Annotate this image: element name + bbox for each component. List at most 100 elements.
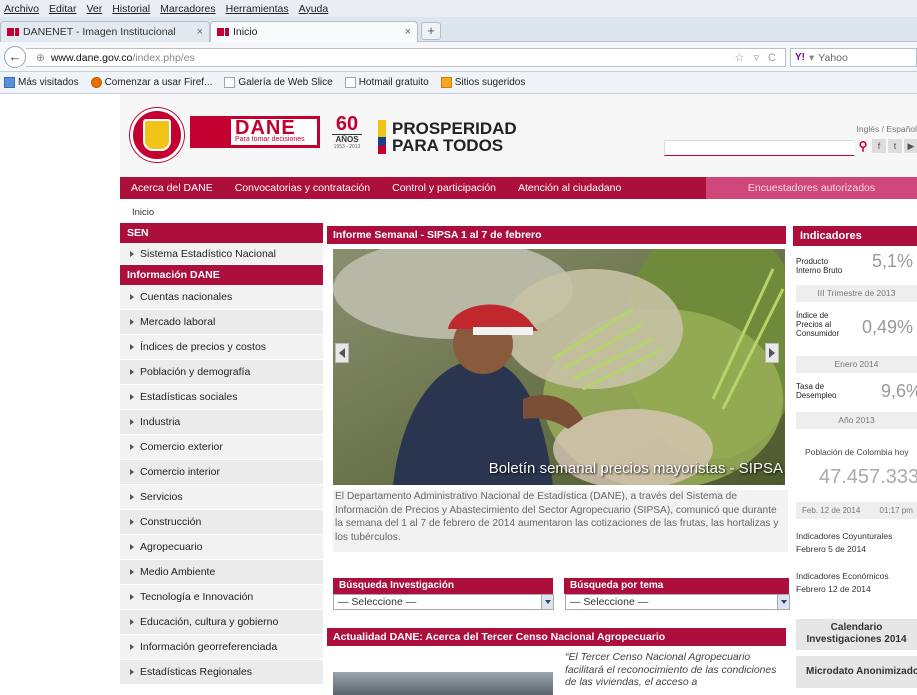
menu-herramientas[interactable]: Herramientas: [226, 3, 289, 15]
indicadores-coyunturales[interactable]: Indicadores Coyunturales Febrero 5 de 20…: [796, 530, 892, 556]
site-search-input[interactable]: [664, 140, 854, 156]
indicadores-economicos[interactable]: Indicadores Económicos Febrero 12 de 201…: [796, 570, 889, 596]
pib-label[interactable]: Producto Interno Bruto: [796, 257, 846, 275]
investigacion-select[interactable]: — Seleccione —: [333, 594, 554, 610]
bookmark-star-icon[interactable]: ☆ ▿ C: [735, 51, 779, 64]
sidebar-item-15[interactable]: Estadísticas Regionales: [120, 660, 323, 685]
sidebar-item-sen[interactable]: Sistema Estadístico Nacional: [120, 243, 323, 265]
sidebar-item-14[interactable]: Información georreferenciada: [120, 635, 323, 660]
sidebar-item-3[interactable]: Población y demografía: [120, 360, 323, 385]
triangle-right-icon: [130, 394, 134, 400]
page-icon: [224, 77, 236, 88]
firefox-icon: [90, 77, 102, 88]
sidebar-item-label: Servicios: [140, 490, 183, 503]
globe-icon: ⊕: [36, 51, 45, 64]
pib-period: III Trimestre de 2013: [796, 285, 917, 302]
poblacion-value: 47.457.333: [819, 466, 917, 488]
youtube-icon[interactable]: ▶: [904, 139, 917, 153]
nav-atencion[interactable]: Atención al ciudadano: [518, 182, 621, 194]
sidebar-item-10[interactable]: Agropecuario: [120, 535, 323, 560]
sidebar-item-2[interactable]: Índices de precios y costos: [120, 335, 323, 360]
menu-ver[interactable]: Ver: [86, 3, 102, 15]
sidebar-item-6[interactable]: Comercio exterior: [120, 435, 323, 460]
url-bar[interactable]: ⊕ www.dane.gov.co/index.php/es ☆ ▿ C: [26, 48, 786, 67]
info-dane-list: Cuentas nacionales Mercado laboral Índices…: [120, 285, 323, 685]
dane-logo-tagline: Para tomar decisiones: [235, 136, 305, 143]
nav-control[interactable]: Control y participación: [392, 182, 496, 194]
triangle-right-icon: [130, 544, 134, 550]
chevron-down-icon[interactable]: [777, 595, 789, 609]
bookmark-comenzar[interactable]: Comenzar a usar Firef...: [90, 77, 212, 88]
info-dane-heading: Información DANE: [120, 265, 323, 285]
navigation-bar: ⊕ www.dane.gov.co/index.php/es ☆ ▿ C ← Y…: [0, 42, 917, 72]
bookmark-hotmail[interactable]: Hotmail gratuito: [344, 77, 429, 88]
sidebar-item-7[interactable]: Comercio interior: [120, 460, 323, 485]
sidebar-item-label: Educación, cultura y gobierno: [140, 615, 279, 628]
twitter-icon[interactable]: t: [888, 139, 902, 153]
actualidad-heading[interactable]: Actualidad DANE: Acerca del Tercer Censo…: [327, 628, 786, 646]
bookmark-galeria[interactable]: Galería de Web Slice: [224, 77, 333, 88]
menu-ayuda[interactable]: Ayuda: [299, 3, 329, 15]
menu-archivo[interactable]: Archivo: [4, 3, 39, 15]
sidebar-item-4[interactable]: Estadísticas sociales: [120, 385, 323, 410]
triangle-right-icon: [130, 519, 134, 525]
menu-marcadores[interactable]: Marcadores: [160, 3, 215, 15]
nav-convocatorias[interactable]: Convocatorias y contratación: [235, 182, 370, 194]
poblacion-label: Población de Colombia hoy: [805, 447, 909, 457]
social-links: ⚲ f t ▶: [856, 139, 917, 153]
desempleo-period: Año 2013: [796, 412, 917, 429]
close-tab-icon[interactable]: ×: [405, 26, 411, 38]
sidebar-item-5[interactable]: Industria: [120, 410, 323, 435]
dane-favicon-icon: [7, 28, 19, 36]
facebook-icon[interactable]: f: [872, 139, 886, 153]
chevron-right-icon: [769, 348, 775, 358]
close-tab-icon[interactable]: ×: [197, 26, 203, 38]
sidebar-item-1[interactable]: Mercado laboral: [120, 310, 323, 335]
chevron-down-icon[interactable]: [541, 595, 553, 609]
sidebar-item-9[interactable]: Construcción: [120, 510, 323, 535]
menu-editar[interactable]: Editar: [49, 3, 76, 15]
desempleo-label[interactable]: Tasa de Desempleo: [796, 382, 842, 400]
tema-select[interactable]: — Seleccione —: [565, 594, 790, 610]
triangle-right-icon: [130, 619, 134, 625]
slide-prev-button[interactable]: [335, 343, 349, 363]
suggested-sites-icon: [440, 77, 452, 88]
sidebar-item-8[interactable]: Servicios: [120, 485, 323, 510]
informe-heading[interactable]: Informe Semanal - SIPSA 1 al 7 de febrer…: [327, 226, 786, 244]
census-photo[interactable]: [333, 672, 553, 695]
sidebar-item-label: Índices de precios y costos: [140, 340, 267, 353]
ipc-period: Enero 2014: [796, 356, 917, 373]
bookmark-mas-visitados[interactable]: Más visitados: [4, 77, 79, 88]
sidebar-item-0[interactable]: Cuentas nacionales: [120, 285, 323, 310]
nav-acerca[interactable]: Acerca del DANE: [131, 182, 213, 194]
slide-caption[interactable]: Boletín semanal precios mayoristas - SIP…: [489, 460, 785, 477]
url-host: www.dane.gov.co: [50, 51, 133, 64]
dane-logo[interactable]: DANE Para tomar decisiones: [190, 116, 320, 148]
menu-historial[interactable]: Historial: [112, 3, 150, 15]
search-field[interactable]: Y! ▾ Yahoo: [790, 48, 917, 67]
slide-next-button[interactable]: [765, 343, 779, 363]
nav-encuestadores[interactable]: Encuestadores autorizados: [706, 177, 917, 199]
bookmark-sitios[interactable]: Sitios sugeridos: [440, 77, 525, 88]
search-icon[interactable]: ⚲: [856, 139, 870, 153]
tab-danenet[interactable]: DANENET - Imagen Institucional ×: [0, 21, 210, 42]
url-path: /index.php/es: [132, 51, 195, 64]
calendario-button[interactable]: Calendario Investigaciones 2014: [796, 619, 917, 650]
site-header: DANE Para tomar decisiones 60 AÑOS 1953 …: [120, 94, 917, 177]
breadcrumb[interactable]: Inicio: [132, 207, 154, 218]
ipc-label[interactable]: Índice de Precios al Consumidor: [796, 311, 842, 338]
slideshow[interactable]: Boletín semanal precios mayoristas - SIP…: [333, 249, 785, 485]
new-tab-button[interactable]: +: [421, 22, 441, 40]
flag-stripe-icon: [378, 120, 386, 154]
sen-heading: SEN: [120, 223, 323, 243]
tab-inicio[interactable]: Inicio ×: [210, 21, 418, 42]
sidebar-item-13[interactable]: Educación, cultura y gobierno: [120, 610, 323, 635]
back-button[interactable]: ←: [4, 46, 26, 68]
triangle-right-icon: [130, 569, 134, 575]
microdato-button[interactable]: Microdato Anonimizado: [796, 656, 917, 688]
dane-favicon-icon: [217, 28, 229, 36]
language-switcher[interactable]: Inglés / Español: [857, 124, 917, 134]
triangle-right-icon: [130, 594, 134, 600]
sidebar-item-12[interactable]: Tecnología e Innovación: [120, 585, 323, 610]
sidebar-item-11[interactable]: Medio Ambiente: [120, 560, 323, 585]
